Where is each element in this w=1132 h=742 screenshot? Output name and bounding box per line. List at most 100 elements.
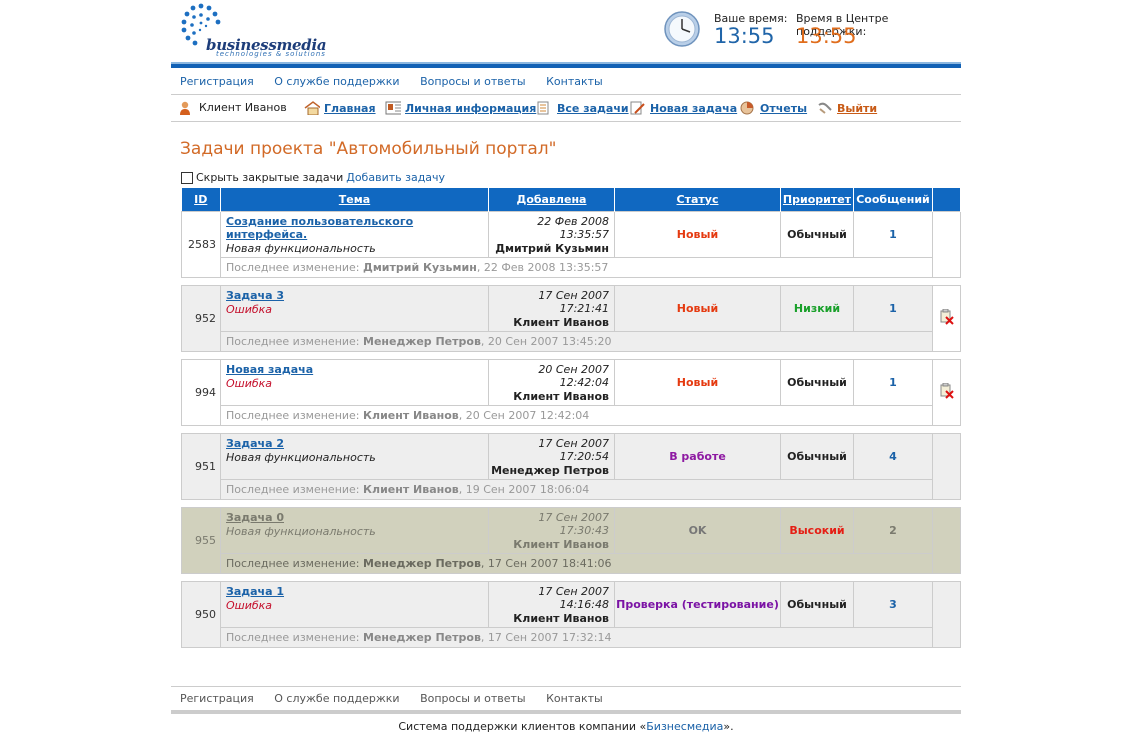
company-link[interactable]: Бизнесмедиа (646, 720, 723, 733)
task-date: 20 Сен 2007 12:42:04 (538, 363, 609, 389)
logout-icon (818, 102, 832, 114)
user-nav: Клиент Иванов Главная Личная информация … (171, 95, 961, 122)
table-row-last-change: Последнее изменение: Клиент Иванов, 20 С… (182, 405, 961, 426)
table-row-last-change: Последнее изменение: Менеджер Петров, 17… (182, 627, 961, 648)
task-author: Клиент Иванов (513, 538, 609, 551)
nav-reports-label: Отчеты (760, 101, 808, 115)
task-title-link[interactable]: Новая задача (226, 363, 484, 376)
task-actions (932, 433, 961, 500)
copyright-suffix: ». (723, 720, 734, 733)
nav-home[interactable]: Главная (304, 101, 376, 115)
footer-nav: Регистрация О службе поддержки Вопросы и… (171, 686, 961, 711)
footer-nav-contacts[interactable]: Контакты (546, 687, 603, 711)
task-kind: Новая функциональность (226, 242, 376, 255)
last-change-label: Последнее изменение: (226, 483, 360, 496)
task-messages-link[interactable]: 1 (889, 302, 897, 315)
task-title-link[interactable]: Создание пользовательского интерфейса. (226, 215, 484, 241)
logo-subtitle: technologies & solutions (216, 50, 326, 58)
task-messages-link[interactable]: 1 (889, 228, 897, 241)
logo[interactable]: businessmedia technologies & solutions (179, 2, 329, 58)
task-title-link[interactable]: Задача 1 (226, 585, 484, 598)
user-icon (180, 101, 190, 115)
table-row[interactable]: 955 Задача 0 Новая функциональность 17 Се… (181, 507, 961, 574)
last-change-date: , 20 Сен 2007 13:45:20 (480, 335, 612, 348)
hide-closed-checkbox[interactable] (181, 171, 193, 184)
footer-nav-about[interactable]: О службе поддержки (274, 687, 399, 711)
footer-copyright: Система поддержки клиентов компании «Биз… (171, 720, 961, 733)
last-change-by: Менеджер Петров (363, 631, 481, 644)
nav-new-task[interactable]: Новая задача (630, 101, 737, 115)
task-id: 994 (181, 359, 221, 426)
nav-profile[interactable]: Личная информация (385, 101, 536, 115)
delete-task-icon[interactable] (940, 308, 954, 325)
nav-all-tasks[interactable]: Все задачи (537, 101, 629, 115)
nav-logout[interactable]: Выйти (817, 101, 877, 115)
table-row-last-change: Последнее изменение: Клиент Иванов, 19 С… (182, 479, 961, 500)
task-priority: Низкий (780, 285, 854, 332)
last-change-label: Последнее изменение: (226, 409, 360, 422)
task-kind: Ошибка (226, 599, 273, 612)
add-task-link[interactable]: Добавить задачу (346, 171, 445, 184)
task-title-link[interactable]: Задача 2 (226, 437, 484, 450)
table-row[interactable]: 952 Задача 3 Ошибка 17 Сен 2007 17:21:41 К… (181, 285, 961, 352)
task-status: Проверка (тестирование) (614, 581, 781, 628)
last-change-label: Последнее изменение: (226, 557, 360, 570)
top-nav-faq[interactable]: Вопросы и ответы (420, 70, 526, 94)
task-title-link[interactable]: Задача 0 (226, 511, 484, 524)
tasks-table: ID Тема Добавлена Статус Приоритет Сообщ… (181, 188, 961, 648)
table-row[interactable]: 950 Задача 1 Ошибка 17 Сен 2007 14:16:48 К… (181, 581, 961, 648)
table-row[interactable]: 994 Новая задача Ошибка 20 Сен 2007 12:42… (181, 359, 961, 426)
top-nav-registration[interactable]: Регистрация (180, 70, 254, 94)
last-change-by: Дмитрий Кузьмин (363, 261, 477, 274)
task-date: 22 Фев 2008 13:35:57 (537, 215, 609, 241)
current-user-name: Клиент Иванов (199, 101, 287, 114)
task-actions (932, 581, 961, 648)
document-icon (537, 101, 549, 115)
column-header-status[interactable]: Статус (614, 188, 781, 212)
last-change-label: Последнее изменение: (226, 261, 360, 274)
task-messages[interactable]: 2 (853, 507, 933, 554)
task-priority: Обычный (780, 433, 854, 480)
header-divider (171, 62, 961, 68)
clock-icon (664, 11, 700, 47)
task-id: 955 (181, 507, 221, 574)
footer-nav-faq[interactable]: Вопросы и ответы (420, 687, 526, 711)
footer-nav-registration[interactable]: Регистрация (180, 687, 254, 711)
top-nav-contacts[interactable]: Контакты (546, 70, 603, 94)
last-change-by: Клиент Иванов (363, 409, 459, 422)
task-messages-link[interactable]: 3 (889, 598, 897, 611)
column-header-added[interactable]: Добавлена (488, 188, 615, 212)
footer-divider (171, 710, 961, 714)
task-messages-link[interactable]: 4 (889, 450, 897, 463)
top-nav-about[interactable]: О службе поддержки (274, 70, 399, 94)
task-author: Клиент Иванов (513, 316, 609, 329)
table-row[interactable]: 951 Задача 2 Новая функциональность 17 Се… (181, 433, 961, 500)
task-messages-link[interactable]: 1 (889, 376, 897, 389)
nav-reports[interactable]: Отчеты (740, 101, 807, 115)
table-row-last-change: Последнее изменение: Менеджер Петров, 17… (182, 553, 961, 574)
task-controls: Скрыть закрытые задачи Добавить задачу (181, 171, 445, 184)
task-date: 17 Сен 2007 17:21:41 (538, 289, 609, 315)
column-header-priority[interactable]: Приоритет (780, 188, 854, 212)
column-header-id[interactable]: ID (181, 188, 221, 212)
task-date: 17 Сен 2007 14:16:48 (538, 585, 609, 611)
task-id: 951 (181, 433, 221, 500)
task-status: Новый (614, 359, 781, 406)
current-user: Клиент Иванов (179, 101, 287, 115)
task-kind: Ошибка (226, 377, 273, 390)
table-row[interactable]: 2583 Создание пользовательского интерфей… (181, 211, 961, 278)
support-time: 13:55 (796, 24, 857, 48)
task-priority: Обычный (780, 359, 854, 406)
delete-task-icon[interactable] (940, 382, 954, 399)
edit-document-icon (630, 101, 645, 115)
last-change-by: Клиент Иванов (363, 483, 459, 496)
last-change-label: Последнее изменение: (226, 335, 360, 348)
page: businessmedia technologies & solutions В… (171, 0, 961, 733)
task-title-link[interactable]: Задача 3 (226, 289, 484, 302)
column-header-subject[interactable]: Тема (220, 188, 489, 212)
task-date: 17 Сен 2007 17:30:43 (538, 511, 609, 537)
task-date: 17 Сен 2007 17:20:54 (538, 437, 609, 463)
task-author: Дмитрий Кузьмин (495, 242, 609, 255)
last-change-by: Менеджер Петров (363, 557, 481, 570)
last-change-label: Последнее изменение: (226, 631, 360, 644)
